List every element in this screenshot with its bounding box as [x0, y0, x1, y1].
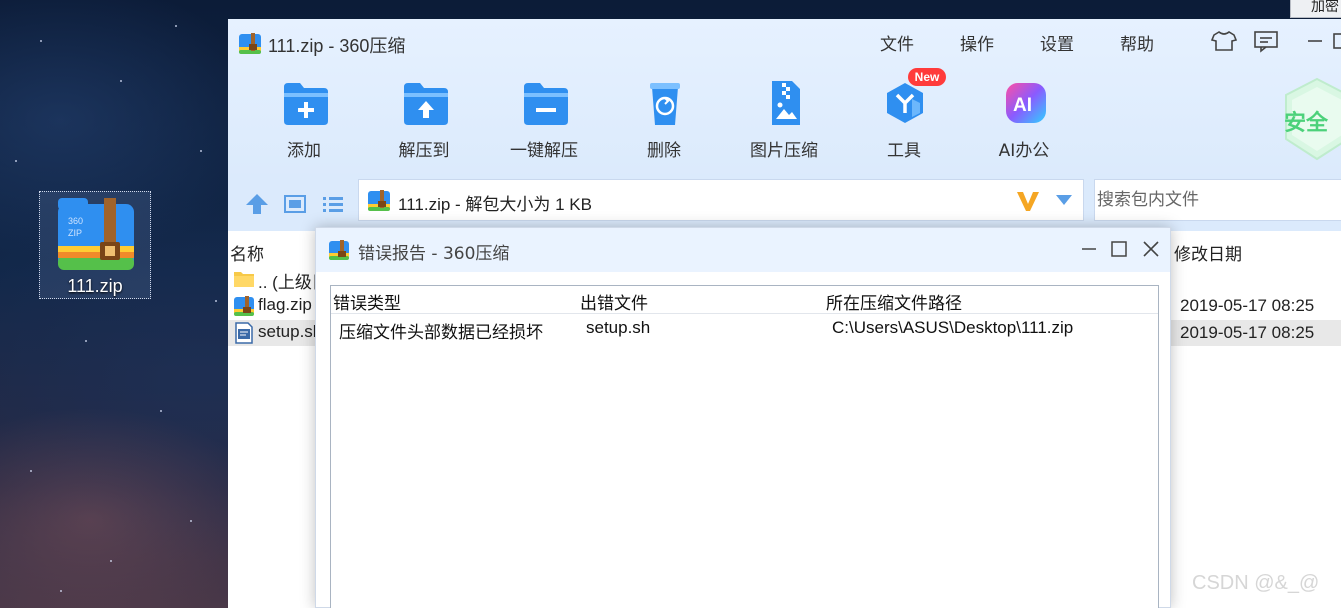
address-field[interactable]: 111.zip - 解包大小为 1 KB — [358, 179, 1084, 221]
toolbar-image-compress-button[interactable]: 图片压缩 — [734, 79, 834, 163]
file-date: 2019-05-17 08:25 — [1180, 323, 1315, 342]
dialog-title: 错误报告 - 360压缩 — [358, 244, 510, 264]
file-name: flag.zip — [258, 295, 312, 314]
file-date: 2019-05-17 08:25 — [1180, 296, 1315, 315]
feedback-icon[interactable] — [1252, 29, 1280, 53]
toolbar-delete-label: 删除 — [647, 141, 681, 161]
up-arrow-icon[interactable] — [244, 191, 270, 217]
error-table: 错误类型 出错文件 所在压缩文件路径 压缩文件头部数据已经损坏 setup.sh… — [330, 285, 1159, 608]
window-title: 111.zip - 360压缩 — [268, 36, 406, 56]
chevron-down-icon[interactable] — [1055, 194, 1073, 206]
archive-path-cell[interactable]: C:\Users\ASUS\Desktop\111.zip — [832, 318, 1073, 338]
header-divider — [331, 313, 1158, 314]
error-report-dialog: 错误报告 - 360压缩 错误类型 出错文件 所在压缩文件路径 压缩文件头部数据… — [315, 227, 1171, 608]
toolbar-image-compress-label: 图片压缩 — [750, 141, 818, 161]
list-view-icon[interactable] — [320, 191, 346, 217]
column-archive-path[interactable]: 所在压缩文件路径 — [826, 289, 962, 314]
encrypt-button[interactable]: 加密 — [1290, 0, 1341, 18]
search-input[interactable] — [1097, 188, 1337, 212]
svg-text:360: 360 — [68, 216, 83, 226]
safe-badge[interactable]: 安全 — [1282, 77, 1341, 161]
toolbar-ai-office-button[interactable]: AI AI办公 — [974, 79, 1074, 163]
error-file-cell[interactable]: setup.sh — [586, 318, 650, 338]
menu-settings[interactable]: 设置 — [1040, 30, 1074, 55]
address-text: 111.zip - 解包大小为 1 KB — [398, 195, 592, 214]
maximize-icon[interactable] — [1108, 238, 1130, 260]
maximize-icon[interactable] — [1328, 29, 1341, 53]
error-type-cell[interactable]: 压缩文件头部数据已经损坏 — [339, 318, 543, 343]
script-file-icon — [235, 322, 253, 344]
app-zip-icon — [329, 240, 349, 260]
toolbar-one-click-extract-label: 一键解压 — [510, 141, 578, 161]
verified-v-icon[interactable] — [1015, 189, 1041, 213]
menu-operate[interactable]: 操作 — [960, 30, 994, 55]
tools-icon — [887, 83, 923, 123]
desktop-icon-label: 111.zip — [67, 276, 123, 296]
toolbar-extract-to-button[interactable]: 解压到 — [374, 79, 474, 163]
delete-icon — [650, 83, 680, 125]
column-modified-header[interactable]: 修改日期 — [1174, 240, 1242, 265]
svg-text:ZIP: ZIP — [68, 228, 82, 238]
zip-archive-icon: 360 ZIP — [58, 198, 134, 270]
toolbar-tools-button[interactable]: 工具 — [854, 79, 954, 163]
new-badge: New — [908, 68, 946, 86]
image-compress-icon — [772, 81, 800, 125]
toolbar-ai-office-label: AI办公 — [998, 141, 1050, 161]
file-name: setup.sh — [258, 322, 323, 341]
minimize-icon[interactable] — [1300, 29, 1328, 53]
svg-text:AI: AI — [1013, 95, 1032, 116]
skin-icon[interactable] — [1210, 29, 1238, 53]
safe-badge-label: 安全 — [1284, 111, 1329, 136]
zip-file-icon — [234, 296, 254, 316]
dialog-titlebar: 错误报告 - 360压缩 — [316, 228, 1170, 272]
toolbar-add-button[interactable]: 添加 — [254, 79, 354, 163]
zip-archive-icon — [368, 190, 390, 211]
address-bar-row: 111.zip - 解包大小为 1 KB — [228, 179, 1341, 231]
ai-office-icon: AI — [1006, 83, 1046, 123]
menu-help[interactable]: 帮助 — [1120, 30, 1154, 55]
toolbar-tools-label: 工具 — [887, 141, 921, 161]
search-field[interactable] — [1094, 179, 1341, 221]
extract-to-icon — [404, 83, 448, 125]
one-click-extract-icon — [524, 83, 568, 125]
desktop-zip-icon[interactable]: 360 ZIP 111.zip — [39, 191, 151, 299]
thumbnail-view-icon[interactable] — [282, 191, 308, 217]
close-icon[interactable] — [1140, 238, 1162, 260]
app-zip-icon — [239, 33, 261, 54]
toolbar-one-click-extract-button[interactable]: 一键解压 — [494, 79, 594, 163]
column-error-type[interactable]: 错误类型 — [333, 289, 401, 314]
folder-up-icon — [234, 272, 254, 287]
toolbar-delete-button[interactable]: 删除 — [614, 79, 714, 163]
toolbar-extract-to-label: 解压到 — [398, 141, 450, 161]
column-name-header[interactable]: 名称 — [230, 240, 264, 265]
titlebar: 111.zip - 360压缩 文件 操作 设置 帮助 添加 解压到 一键解压 … — [228, 19, 1341, 179]
toolbar-add-label: 添加 — [287, 141, 321, 161]
watermark: CSDN @&_@ — [1192, 572, 1320, 594]
minimize-icon[interactable] — [1078, 238, 1100, 260]
add-folder-icon — [284, 83, 328, 125]
column-error-file[interactable]: 出错文件 — [580, 289, 648, 314]
menu-file[interactable]: 文件 — [880, 30, 914, 55]
